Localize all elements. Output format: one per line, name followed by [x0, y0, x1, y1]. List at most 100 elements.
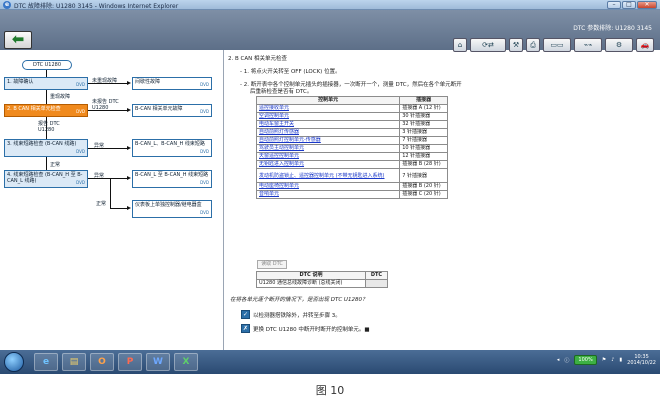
flow-step4-label: 线束短路检查 (B-CAN_H 至 B-CAN_L 线路): [7, 172, 83, 184]
flow-normal-label: 正常: [96, 201, 107, 207]
ie-icon: e: [3, 1, 11, 9]
flow-step2[interactable]: 2. B CAN 相关单元检查 DVD: [4, 104, 88, 117]
control-unit-link[interactable]: 驾驶员主动控制单元: [255, 144, 401, 153]
flow-start: DTC U1280: [22, 60, 72, 70]
flow-down-label: 正常: [50, 162, 61, 168]
flow-branch1-label: 间歇性故障: [135, 79, 161, 85]
table-row: 音响单元 插接器 C (20 针): [255, 190, 448, 199]
no-option[interactable]: ✗ 更换 DTC U1280 中断开时断开的控制单元。■: [241, 324, 370, 333]
flow-branch2[interactable]: B-CAN 相关单元故障 DVD: [132, 104, 212, 117]
section-title: 2. B CAN 相关单元检查: [228, 56, 287, 62]
powerpoint-icon[interactable]: P: [118, 353, 142, 371]
flow-branch4[interactable]: B-CAN_L 至 B-CAN_H 线束短路 DVD: [132, 170, 212, 188]
battery-icon[interactable]: ▮: [619, 357, 622, 363]
word-icon[interactable]: W: [146, 353, 170, 371]
volume-icon[interactable]: ♪: [611, 357, 614, 363]
flowchart: DTC U1280 1. 故障确认 DVD 未重现故障 间歇性故障 DVD 重现故障…: [0, 50, 222, 350]
table-row: 自动前照灯传感器 3 针插接器: [255, 128, 448, 137]
cable-icon[interactable]: ⌁⌁: [574, 38, 602, 52]
control-unit-link[interactable]: 天窗遥控控制单元: [255, 152, 401, 161]
tool2-icon[interactable]: ⚙: [605, 38, 633, 52]
ie-icon[interactable]: e: [34, 353, 58, 371]
scanner-icon[interactable]: ▭▭: [543, 38, 571, 52]
tool-icon[interactable]: ⚒: [509, 38, 523, 52]
dvd-label: DVD: [76, 82, 85, 87]
table-row: 驾驶员主动控制单元 10 针插接器: [255, 144, 448, 153]
flow-start-label: DTC U1280: [32, 62, 62, 68]
app-header: ⬅ DTC 参数排除: U1280 3145 ⌂ ⟳⇄ ⚒ ⎙ ▭▭ ⌁⌁ ⚙ …: [0, 10, 660, 52]
flow-branch-label: 未报告 DTC U1280: [92, 99, 119, 111]
home-icon[interactable]: ⌂: [453, 38, 467, 52]
connector-cell: 30 针插接器: [399, 112, 448, 121]
minimize-button[interactable]: –: [607, 1, 621, 9]
connector-cell: 7 针插接器: [399, 168, 448, 183]
start-button[interactable]: [4, 352, 24, 372]
flow-step1[interactable]: 1. 故障确认 DVD: [4, 77, 88, 90]
flow-branch-label: 未重现故障: [92, 78, 118, 84]
control-unit-link[interactable]: 电动座椅控制单元: [255, 182, 401, 191]
back-button[interactable]: ⬅: [4, 31, 32, 49]
clock[interactable]: 10:35 2014/10/22: [627, 354, 656, 366]
dvd-label: DVD: [200, 82, 209, 87]
network-icon[interactable]: ◂: [557, 357, 560, 363]
connector-cell: 插接器 C (20 针): [399, 190, 448, 199]
yes-option[interactable]: ✓ 以检测器搭铁除外，并转至步骤 3。: [241, 310, 341, 319]
control-unit-link[interactable]: 电动车窗主开关: [255, 120, 401, 129]
back-arrow-icon: ⬅: [11, 30, 25, 48]
flow-branch-label: 异常: [94, 173, 105, 179]
print-icon[interactable]: ⎙: [526, 38, 540, 52]
read-dtc-button[interactable]: 读取 DTC: [257, 260, 287, 269]
flow-branch3-label: B-CAN_L、B-CAN_H 线束短路: [135, 141, 205, 147]
table-cell: U1280 通信总线故障诊断 (总线关闭): [256, 279, 366, 288]
control-unit-link[interactable]: 音响单元: [255, 190, 401, 199]
dvd-label: DVD: [200, 109, 209, 114]
maximize-button[interactable]: □: [622, 1, 636, 9]
refresh-icon[interactable]: ⟳⇄: [470, 38, 506, 52]
control-unit-link[interactable]: 空调控制单元: [255, 112, 401, 121]
control-unit-link[interactable]: 发动机防盗锁止、遥控器控制单元 (不带无钥匙进入系统): [255, 168, 401, 183]
yes-option-label: 以检测器搭铁除外，并转至步骤 3。: [253, 312, 341, 319]
flow-step1-label: 故障确认: [13, 79, 34, 85]
table-row: 电动座椅控制单元 插接器 B (20 针): [255, 182, 448, 191]
info-icon[interactable]: ⓘ: [564, 357, 569, 364]
control-unit-table: 控制单元 插接器 遥控接收单元 插接器 A (12 针) 空调控制单元 30 针插接器…: [255, 96, 448, 199]
close-button[interactable]: ✕: [637, 1, 657, 9]
table-row: 电动车窗主开关 32 针插接器: [255, 120, 448, 129]
folder-icon[interactable]: ▤: [62, 353, 86, 371]
control-unit-link[interactable]: 遥控接收单元: [255, 104, 401, 113]
table-row: 天窗遥控控制单元 12 针插接器: [255, 152, 448, 161]
flow-normal-box[interactable]: 仪表板上单独控制器/继电器盒 DVD: [132, 200, 212, 218]
connector-cell: 12 针插接器: [399, 152, 448, 161]
column-header: DTC 说明: [256, 271, 366, 280]
flow-branch3[interactable]: B-CAN_L、B-CAN_H 线束短路 DVD: [132, 139, 212, 157]
connector-cell: 插接器 B (28 针): [399, 160, 448, 169]
dvd-label: DVD: [76, 180, 85, 185]
connector-cell: 3 针插接器: [399, 128, 448, 137]
flow-branch1[interactable]: 间歇性故障 DVD: [132, 77, 212, 90]
control-unit-link[interactable]: 无钥匙进入控制单元: [255, 160, 401, 169]
flow-step3[interactable]: 3. 线束短路检查 (B-CAN 线路) DVD: [4, 139, 88, 157]
dvd-label: DVD: [200, 210, 209, 215]
flow-down-label: 报告 DTC U1280: [38, 121, 60, 133]
table-row: 遥控接收单元 插接器 A (12 针): [255, 104, 448, 113]
flow-step2-label: B CAN 相关单元检查: [13, 106, 61, 112]
table-row: U1280 通信总线故障诊断 (总线关闭): [256, 279, 388, 288]
flow-step4[interactable]: 4. 线束短路检查 (B-CAN_H 至 B-CAN_L 线路) DVD: [4, 170, 88, 188]
system-tray: ◂ ⓘ 100% ⚑ ♪ ▮ 10:35 2014/10/22: [557, 354, 656, 366]
connector-cell: 10 针插接器: [399, 144, 448, 153]
yes-icon: ✓: [241, 310, 250, 319]
office-icon[interactable]: O: [90, 353, 114, 371]
flag-icon[interactable]: ⚑: [602, 357, 606, 363]
pane-divider[interactable]: [223, 50, 224, 350]
flow-branch-label: 异常: [94, 143, 105, 149]
excel-icon[interactable]: X: [174, 353, 198, 371]
dvd-label: DVD: [200, 149, 209, 154]
figure-caption: 图 10: [315, 384, 345, 397]
connector-cell: 7 针插接器: [399, 136, 448, 145]
control-unit-link[interactable]: 自动前照灯传感器: [255, 128, 401, 137]
car-icon[interactable]: 🚗: [636, 38, 654, 52]
control-unit-link[interactable]: 自动前照灯控制单元-传感器: [255, 136, 401, 145]
question-text: 在将各单元逐个断开的情况下，是否出现 DTC U1280？: [230, 297, 368, 303]
table-row: 空调控制单元 30 针插接器: [255, 112, 448, 121]
zoom-level[interactable]: 100%: [574, 355, 597, 365]
